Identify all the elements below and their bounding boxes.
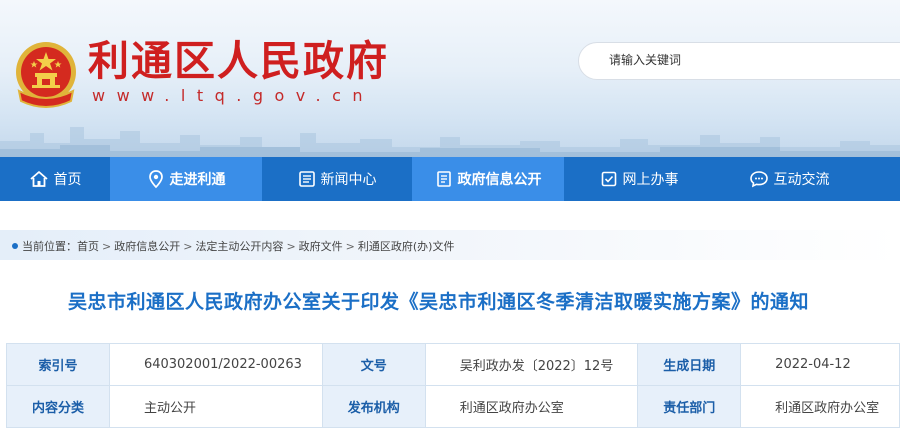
breadcrumb-separator: > [183, 240, 193, 253]
meta-value-category: 主动公开 [108, 385, 323, 428]
breadcrumb-separator: > [102, 240, 112, 253]
national-emblem-icon [16, 42, 76, 108]
meta-key-category: 内容分类 [6, 385, 110, 428]
meta-key-publisher: 发布机构 [321, 385, 426, 428]
meta-value-doc-number: 吴利政办发〔2022〕12号 [424, 343, 639, 386]
home-icon [29, 171, 48, 187]
search-box[interactable] [578, 42, 900, 80]
nav-item-interaction[interactable]: 互动交流 [714, 157, 864, 201]
breadcrumb-link-district-docs[interactable]: 利通区政府(办)文件 [358, 240, 455, 253]
nav-label: 走进利通 [169, 172, 226, 188]
breadcrumb-separator: > [345, 240, 355, 253]
nav-label: 网上办事 [622, 172, 679, 188]
site-title: 利通区人民政府 [88, 37, 389, 85]
site-header: 利通区人民政府 www.ltq.gov.cn [0, 0, 900, 157]
nav-item-news[interactable]: 新闻中心 [262, 157, 412, 201]
meta-value-publisher: 利通区政府办公室 [424, 385, 639, 428]
nav-label: 互动交流 [773, 172, 830, 188]
meta-key-doc-number: 文号 [321, 343, 426, 386]
nav-label: 新闻中心 [320, 172, 377, 188]
nav-item-online-services[interactable]: 网上办事 [564, 157, 714, 201]
nav-label: 首页 [53, 172, 82, 188]
breadcrumb-link-home[interactable]: 首页 [77, 240, 99, 253]
meta-key-date: 生成日期 [637, 343, 742, 386]
breadcrumb: 当前位置：首页 > 政府信息公开 > 法定主动公开内容 > 政府文件 > 利通区政府(办)文件 [12, 238, 454, 254]
news-icon [298, 171, 315, 187]
breadcrumb-bar: 当前位置：首页 > 政府信息公开 > 法定主动公开内容 > 政府文件 > 利通区政府(办)文件 [0, 230, 900, 260]
nav-label: 政府信息公开 [457, 172, 542, 188]
meta-value-department: 利通区政府办公室 [740, 385, 900, 428]
document-list-icon [436, 171, 451, 187]
meta-value-index: 640302001/2022-00263 [108, 343, 323, 386]
site-url: www.ltq.gov.cn [92, 86, 375, 105]
checklist-icon [601, 171, 616, 187]
city-skyline-banner [0, 127, 900, 157]
location-dot-icon [12, 243, 18, 249]
breadcrumb-link-gov-info[interactable]: 政府信息公开 [114, 240, 180, 253]
meta-value-date: 2022-04-12 [740, 343, 900, 386]
document-title: 吴忠市利通区人民政府办公室关于印发《吴忠市利通区冬季清洁取暖实施方案》的通知 [68, 291, 810, 313]
main-nav: 首页 走进利通 新闻中心 政府信息公开 网上办事 互动交流 [0, 157, 900, 201]
table-row: 索引号 640302001/2022-00263 文号 吴利政办发〔2022〕1… [6, 343, 900, 386]
chat-bubble-icon [749, 171, 768, 188]
meta-key-department: 责任部门 [637, 385, 742, 428]
table-row: 内容分类 主动公开 发布机构 利通区政府办公室 责任部门 利通区政府办公室 [6, 385, 900, 428]
breadcrumb-prefix: 当前位置： [22, 240, 77, 253]
breadcrumb-separator: > [286, 240, 296, 253]
location-pin-icon [148, 170, 163, 189]
document-meta-table: 索引号 640302001/2022-00263 文号 吴利政办发〔2022〕1… [6, 343, 900, 428]
breadcrumb-link-statutory[interactable]: 法定主动公开内容 [195, 240, 283, 253]
search-input[interactable] [609, 53, 859, 67]
breadcrumb-link-gov-docs[interactable]: 政府文件 [299, 240, 343, 253]
nav-item-gov-info-disclosure[interactable]: 政府信息公开 [412, 157, 564, 201]
meta-key-index: 索引号 [6, 343, 110, 386]
nav-item-about-litong[interactable]: 走进利通 [110, 157, 262, 201]
nav-item-home[interactable]: 首页 [0, 157, 110, 201]
